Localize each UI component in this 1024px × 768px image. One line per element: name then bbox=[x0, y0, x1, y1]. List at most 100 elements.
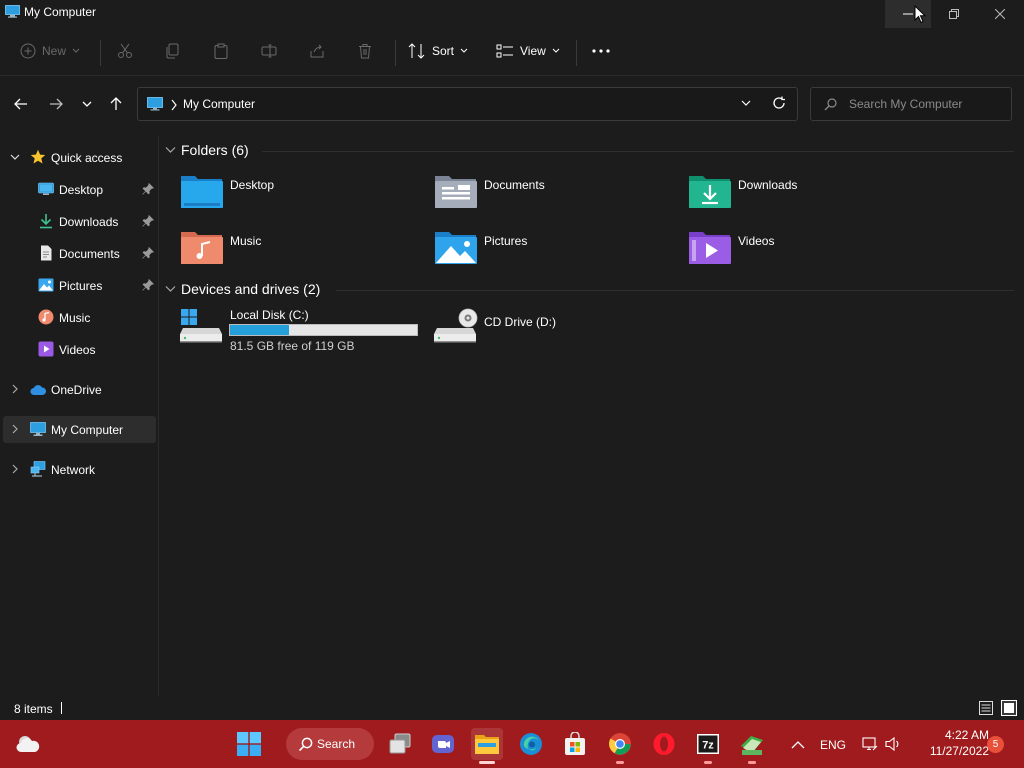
chevron-down-icon[interactable] bbox=[165, 146, 176, 154]
chevron-down-icon bbox=[82, 101, 92, 107]
taskbar-app[interactable] bbox=[736, 728, 768, 764]
recent-locations-button[interactable] bbox=[75, 92, 99, 116]
network-tray-icon[interactable] bbox=[862, 736, 878, 752]
rename-button[interactable] bbox=[261, 38, 277, 64]
forward-button[interactable] bbox=[44, 92, 68, 116]
address-bar[interactable]: My Computer bbox=[137, 87, 798, 121]
language-indicator[interactable]: ENG bbox=[820, 738, 846, 752]
status-bar: 8 items bbox=[0, 696, 1024, 720]
sidebar-item-onedrive[interactable]: OneDrive bbox=[3, 376, 156, 403]
sidebar-item-downloads[interactable]: Downloads bbox=[3, 208, 156, 235]
opera-browser-icon bbox=[653, 733, 675, 755]
folder-tile-videos[interactable]: Videos bbox=[688, 228, 928, 276]
chevron-down-icon[interactable] bbox=[165, 285, 176, 293]
restore-icon bbox=[949, 9, 959, 19]
up-button[interactable] bbox=[104, 92, 128, 116]
start-button[interactable] bbox=[233, 728, 265, 760]
taskbar-opera[interactable] bbox=[648, 728, 680, 760]
folder-tile-music[interactable]: Music bbox=[180, 228, 420, 276]
taskbar-store[interactable] bbox=[559, 728, 591, 760]
details-view-icon[interactable] bbox=[978, 700, 994, 716]
cut-button[interactable] bbox=[117, 38, 133, 64]
clock-date: 11/27/2022 bbox=[929, 744, 989, 758]
pin-icon[interactable] bbox=[142, 215, 154, 227]
sidebar-item-music[interactable]: Music bbox=[3, 304, 156, 331]
share-button[interactable] bbox=[309, 38, 325, 64]
folder-tile-downloads[interactable]: Downloads bbox=[688, 172, 928, 220]
hard-drive-icon bbox=[180, 309, 222, 343]
task-view-button[interactable] bbox=[384, 728, 416, 760]
sidebar-item-label: Quick access bbox=[51, 151, 123, 165]
item-count: 8 items bbox=[14, 702, 53, 716]
maximize-button[interactable] bbox=[931, 0, 977, 28]
plus-circle-icon bbox=[20, 43, 36, 59]
drive-label: Local Disk (C:) bbox=[230, 308, 309, 322]
sidebar-item-my-computer[interactable]: My Computer bbox=[3, 416, 156, 443]
sidebar-item-videos[interactable]: Videos bbox=[3, 336, 156, 363]
sidebar-item-quick-access[interactable]: Quick access bbox=[3, 144, 156, 171]
folder-tile-documents[interactable]: Documents bbox=[434, 172, 674, 220]
copy-button[interactable] bbox=[165, 38, 181, 64]
sort-button[interactable]: Sort bbox=[408, 38, 468, 64]
navigation-pane: Quick access Desktop Downloads Documents… bbox=[0, 136, 158, 696]
taskbar-search-button[interactable]: Search bbox=[286, 728, 374, 760]
breadcrumb-current[interactable]: My Computer bbox=[183, 97, 255, 111]
running-indicator bbox=[704, 761, 712, 764]
back-button[interactable] bbox=[9, 92, 33, 116]
chevron-right-icon[interactable] bbox=[10, 423, 20, 435]
folder-label: Desktop bbox=[230, 178, 275, 192]
videos-icon bbox=[38, 341, 54, 357]
status-separator bbox=[61, 702, 62, 714]
pin-icon[interactable] bbox=[142, 183, 154, 195]
taskbar-file-explorer[interactable] bbox=[471, 728, 503, 764]
pane-divider[interactable] bbox=[158, 136, 159, 696]
pin-icon[interactable] bbox=[142, 279, 154, 291]
tiles-view-icon[interactable] bbox=[1001, 700, 1017, 716]
folder-tile-pictures[interactable]: Pictures bbox=[434, 228, 674, 276]
delete-button[interactable] bbox=[357, 38, 373, 64]
folder-label: Downloads bbox=[738, 178, 798, 192]
sidebar-item-network[interactable]: Network bbox=[3, 456, 156, 483]
drive-tile-local-disk[interactable]: Local Disk (C:) 81.5 GB free of 119 GB bbox=[180, 308, 425, 356]
drive-tile-cd-drive[interactable]: CD Drive (D:) bbox=[434, 308, 679, 356]
sidebar-item-label: Pictures bbox=[59, 279, 103, 293]
sidebar-item-documents[interactable]: Documents bbox=[3, 240, 156, 267]
chevron-down-icon[interactable] bbox=[10, 151, 20, 163]
chevron-right-icon[interactable] bbox=[10, 383, 20, 395]
chevron-up-icon[interactable] bbox=[791, 740, 805, 749]
chevron-right-icon[interactable] bbox=[10, 463, 20, 475]
sidebar-item-label: My Computer bbox=[51, 423, 124, 437]
folder-tile-desktop[interactable]: Desktop bbox=[180, 172, 420, 220]
paste-button[interactable] bbox=[213, 38, 229, 64]
taskbar-7zip[interactable]: 7z bbox=[692, 728, 724, 764]
drives-group-header[interactable]: Devices and drives (2) bbox=[165, 280, 345, 300]
chevron-down-icon[interactable] bbox=[741, 98, 751, 108]
taskbar-clock[interactable]: 4:22 AM 11/27/2022 bbox=[905, 727, 989, 759]
downloads-folder-icon bbox=[689, 176, 731, 208]
task-view-icon bbox=[389, 733, 411, 754]
close-button[interactable] bbox=[977, 0, 1023, 28]
notification-badge[interactable]: 5 bbox=[987, 736, 1004, 753]
weather-widget[interactable] bbox=[12, 728, 44, 760]
volume-icon[interactable] bbox=[885, 736, 903, 752]
refresh-icon[interactable] bbox=[772, 96, 786, 110]
search-box[interactable] bbox=[810, 87, 1012, 121]
pin-icon[interactable] bbox=[142, 247, 154, 259]
chat-button[interactable] bbox=[427, 728, 459, 760]
taskbar-chrome[interactable] bbox=[604, 728, 636, 764]
view-button[interactable]: View bbox=[496, 38, 560, 64]
taskbar-search-label: Search bbox=[317, 737, 356, 751]
view-label: View bbox=[520, 44, 546, 58]
music-icon bbox=[38, 309, 54, 325]
sort-label: Sort bbox=[432, 44, 455, 58]
running-indicator bbox=[748, 761, 756, 764]
new-button[interactable]: New bbox=[20, 38, 80, 64]
sidebar-item-pictures[interactable]: Pictures bbox=[3, 272, 156, 299]
more-options-button[interactable] bbox=[592, 38, 610, 64]
drive-usage-bar bbox=[229, 324, 418, 336]
chevron-right-icon[interactable] bbox=[170, 98, 178, 112]
document-icon bbox=[41, 245, 52, 261]
search-input[interactable] bbox=[849, 96, 1004, 112]
sidebar-item-desktop[interactable]: Desktop bbox=[3, 176, 156, 203]
taskbar-edge[interactable] bbox=[515, 728, 547, 760]
